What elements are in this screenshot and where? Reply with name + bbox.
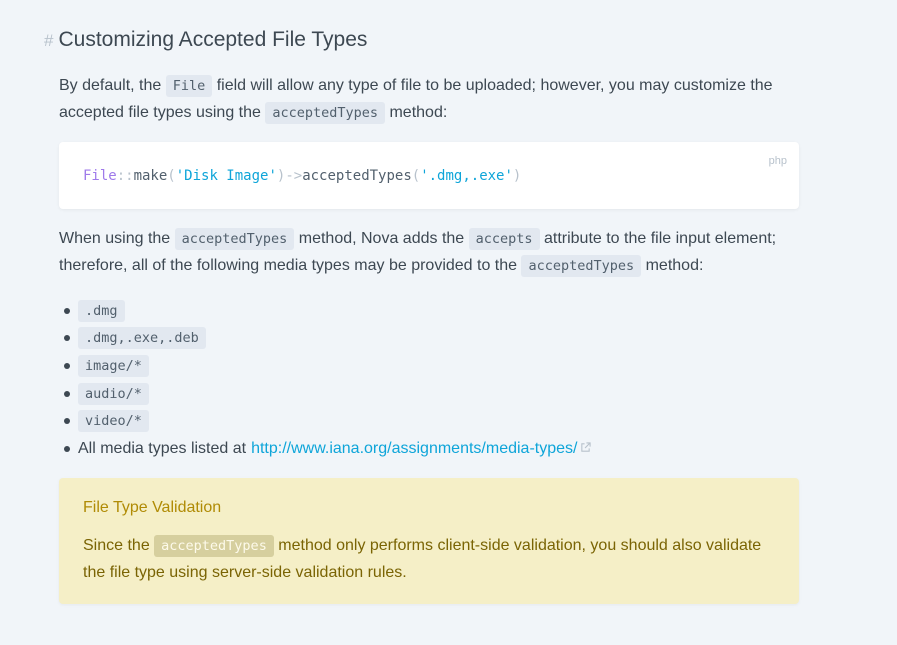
code-token-make: make [133,168,168,184]
intro-paragraph: By default, the File field will allow an… [59,72,804,126]
section-title: Customizing Accepted File Types [58,28,368,51]
usage-paragraph: When using the acceptedTypes method, Nov… [59,225,804,279]
code-token-method: acceptedTypes [302,168,412,184]
code-token-double-colon: :: [116,168,134,184]
inline-code-accepts: accepts [468,228,540,250]
inline-code-file: File [165,75,213,97]
callout-note: File Type Validation Since the acceptedT… [59,478,799,604]
callout-body: Since the acceptedTypes method only perf… [83,532,783,586]
list-item: All media types listed at http://www.ian… [60,435,592,463]
callout-text-1: Since the [83,537,155,554]
code-token-paren: ( [167,168,176,184]
intro-text-1: By default, the [59,77,166,94]
list-item: .dmg,.exe,.deb [60,325,591,353]
inline-code-accepted-types: acceptedTypes [265,102,386,124]
code-block: php File::make('Disk Image')->acceptedTy… [59,142,799,209]
media-type-code: video/* [78,410,149,433]
iana-text: All media types listed at [78,439,247,457]
anchor-link[interactable]: # [44,31,53,51]
usage-text-2: method, Nova adds the [294,230,469,247]
code-token-paren: ) [512,168,522,184]
list-item: image/* [60,352,591,380]
section-heading: # Customizing Accepted File Types [44,28,367,52]
code-token-string: 'Disk Image' [175,168,277,184]
list-item: video/* [60,407,591,435]
code-line: File::make('Disk Image')->acceptedTypes(… [83,168,521,184]
inline-code-accepted-types: acceptedTypes [154,535,274,557]
intro-text-3: method: [385,104,448,121]
external-link-icon [580,440,592,458]
callout-title: File Type Validation [83,499,222,516]
list-item: audio/* [60,380,591,408]
code-token-class: File [83,168,117,184]
iana-link[interactable]: http://www.iana.org/assignments/media-ty… [251,440,577,458]
code-token-paren: ( [411,168,421,184]
media-types-list: .dmg .dmg,.exe,.deb image/* audio/* vide… [60,297,592,463]
code-token-arrow: -> [285,168,303,184]
usage-text-4: method: [641,257,704,274]
docs-page: # Customizing Accepted File Types By def… [0,0,897,645]
code-token-string: '.dmg,.exe' [420,168,513,184]
usage-text-1: When using the [59,230,175,247]
inline-code-accepted-types: acceptedTypes [174,228,295,250]
media-type-code: audio/* [78,382,149,405]
media-type-code: image/* [78,354,149,377]
media-type-code: .dmg,.exe,.deb [78,327,206,350]
code-language-label: php [768,155,787,167]
media-type-code: .dmg [78,299,125,322]
list-item: .dmg [60,297,591,325]
inline-code-accepted-types: acceptedTypes [521,255,642,277]
